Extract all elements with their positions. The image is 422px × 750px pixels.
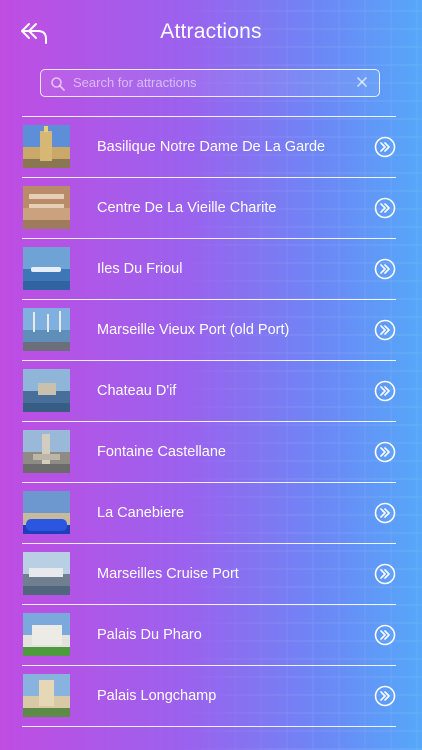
attraction-name: Palais Longchamp [97,688,217,704]
attraction-row[interactable]: La Canebiere [22,483,396,544]
attraction-row[interactable]: Centre De La Vieille Charite [22,178,396,239]
chevron-double-right-icon[interactable] [374,319,396,341]
attraction-name: Fontaine Castellane [97,444,226,460]
attraction-name: La Canebiere [97,505,185,521]
attraction-name: Basilique Notre Dame De La Garde [97,139,326,155]
attraction-thumbnail [23,674,70,717]
chevron-double-right-icon[interactable] [374,197,396,219]
attraction-name: Palais Du Pharo [97,627,202,643]
attraction-row[interactable]: Iles Du Frioul [22,239,396,300]
attraction-name: Chateau D'if [97,383,177,399]
chevron-double-right-icon[interactable] [374,624,396,646]
attraction-row[interactable]: Marseille Vieux Port (old Port) [22,300,396,361]
attraction-row[interactable]: Marseilles Cruise Port [22,544,396,605]
attraction-row[interactable]: Basilique Notre Dame De La Garde [22,117,396,178]
chevron-double-right-icon[interactable] [374,502,396,524]
page-title: Attractions [160,20,262,43]
attraction-name: Marseilles Cruise Port [97,566,239,582]
chevron-double-right-icon[interactable] [374,258,396,280]
top-bar: Attractions [0,0,422,66]
attraction-row[interactable]: Palais Du Pharo [22,605,396,666]
attraction-row[interactable]: Chateau D'if [22,361,396,422]
attraction-thumbnail [23,369,70,412]
attraction-thumbnail [23,125,70,168]
chevron-double-right-icon[interactable] [374,380,396,402]
attraction-thumbnail [23,552,70,595]
attraction-row[interactable]: Fontaine Castellane [22,422,396,483]
attraction-thumbnail [23,613,70,656]
attraction-thumbnail [23,491,70,534]
attraction-row[interactable]: Palais Longchamp [22,666,396,727]
close-icon[interactable] [355,75,369,89]
search-bar [40,69,380,97]
attraction-thumbnail [23,247,70,290]
chevron-double-right-icon[interactable] [374,136,396,158]
attraction-thumbnail [23,430,70,473]
chevron-double-right-icon[interactable] [374,563,396,585]
attraction-name: Marseille Vieux Port (old Port) [97,322,290,338]
attractions-list: Basilique Notre Dame De La Garde Centre … [22,116,396,727]
attraction-thumbnail [23,186,70,229]
attraction-name: Centre De La Vieille Charite [97,200,277,216]
attraction-thumbnail [23,308,70,351]
chevron-double-right-icon[interactable] [374,441,396,463]
search-input[interactable] [73,70,343,95]
attraction-name: Iles Du Frioul [97,261,183,277]
chevron-double-right-icon[interactable] [374,685,396,707]
search-icon [51,77,65,91]
